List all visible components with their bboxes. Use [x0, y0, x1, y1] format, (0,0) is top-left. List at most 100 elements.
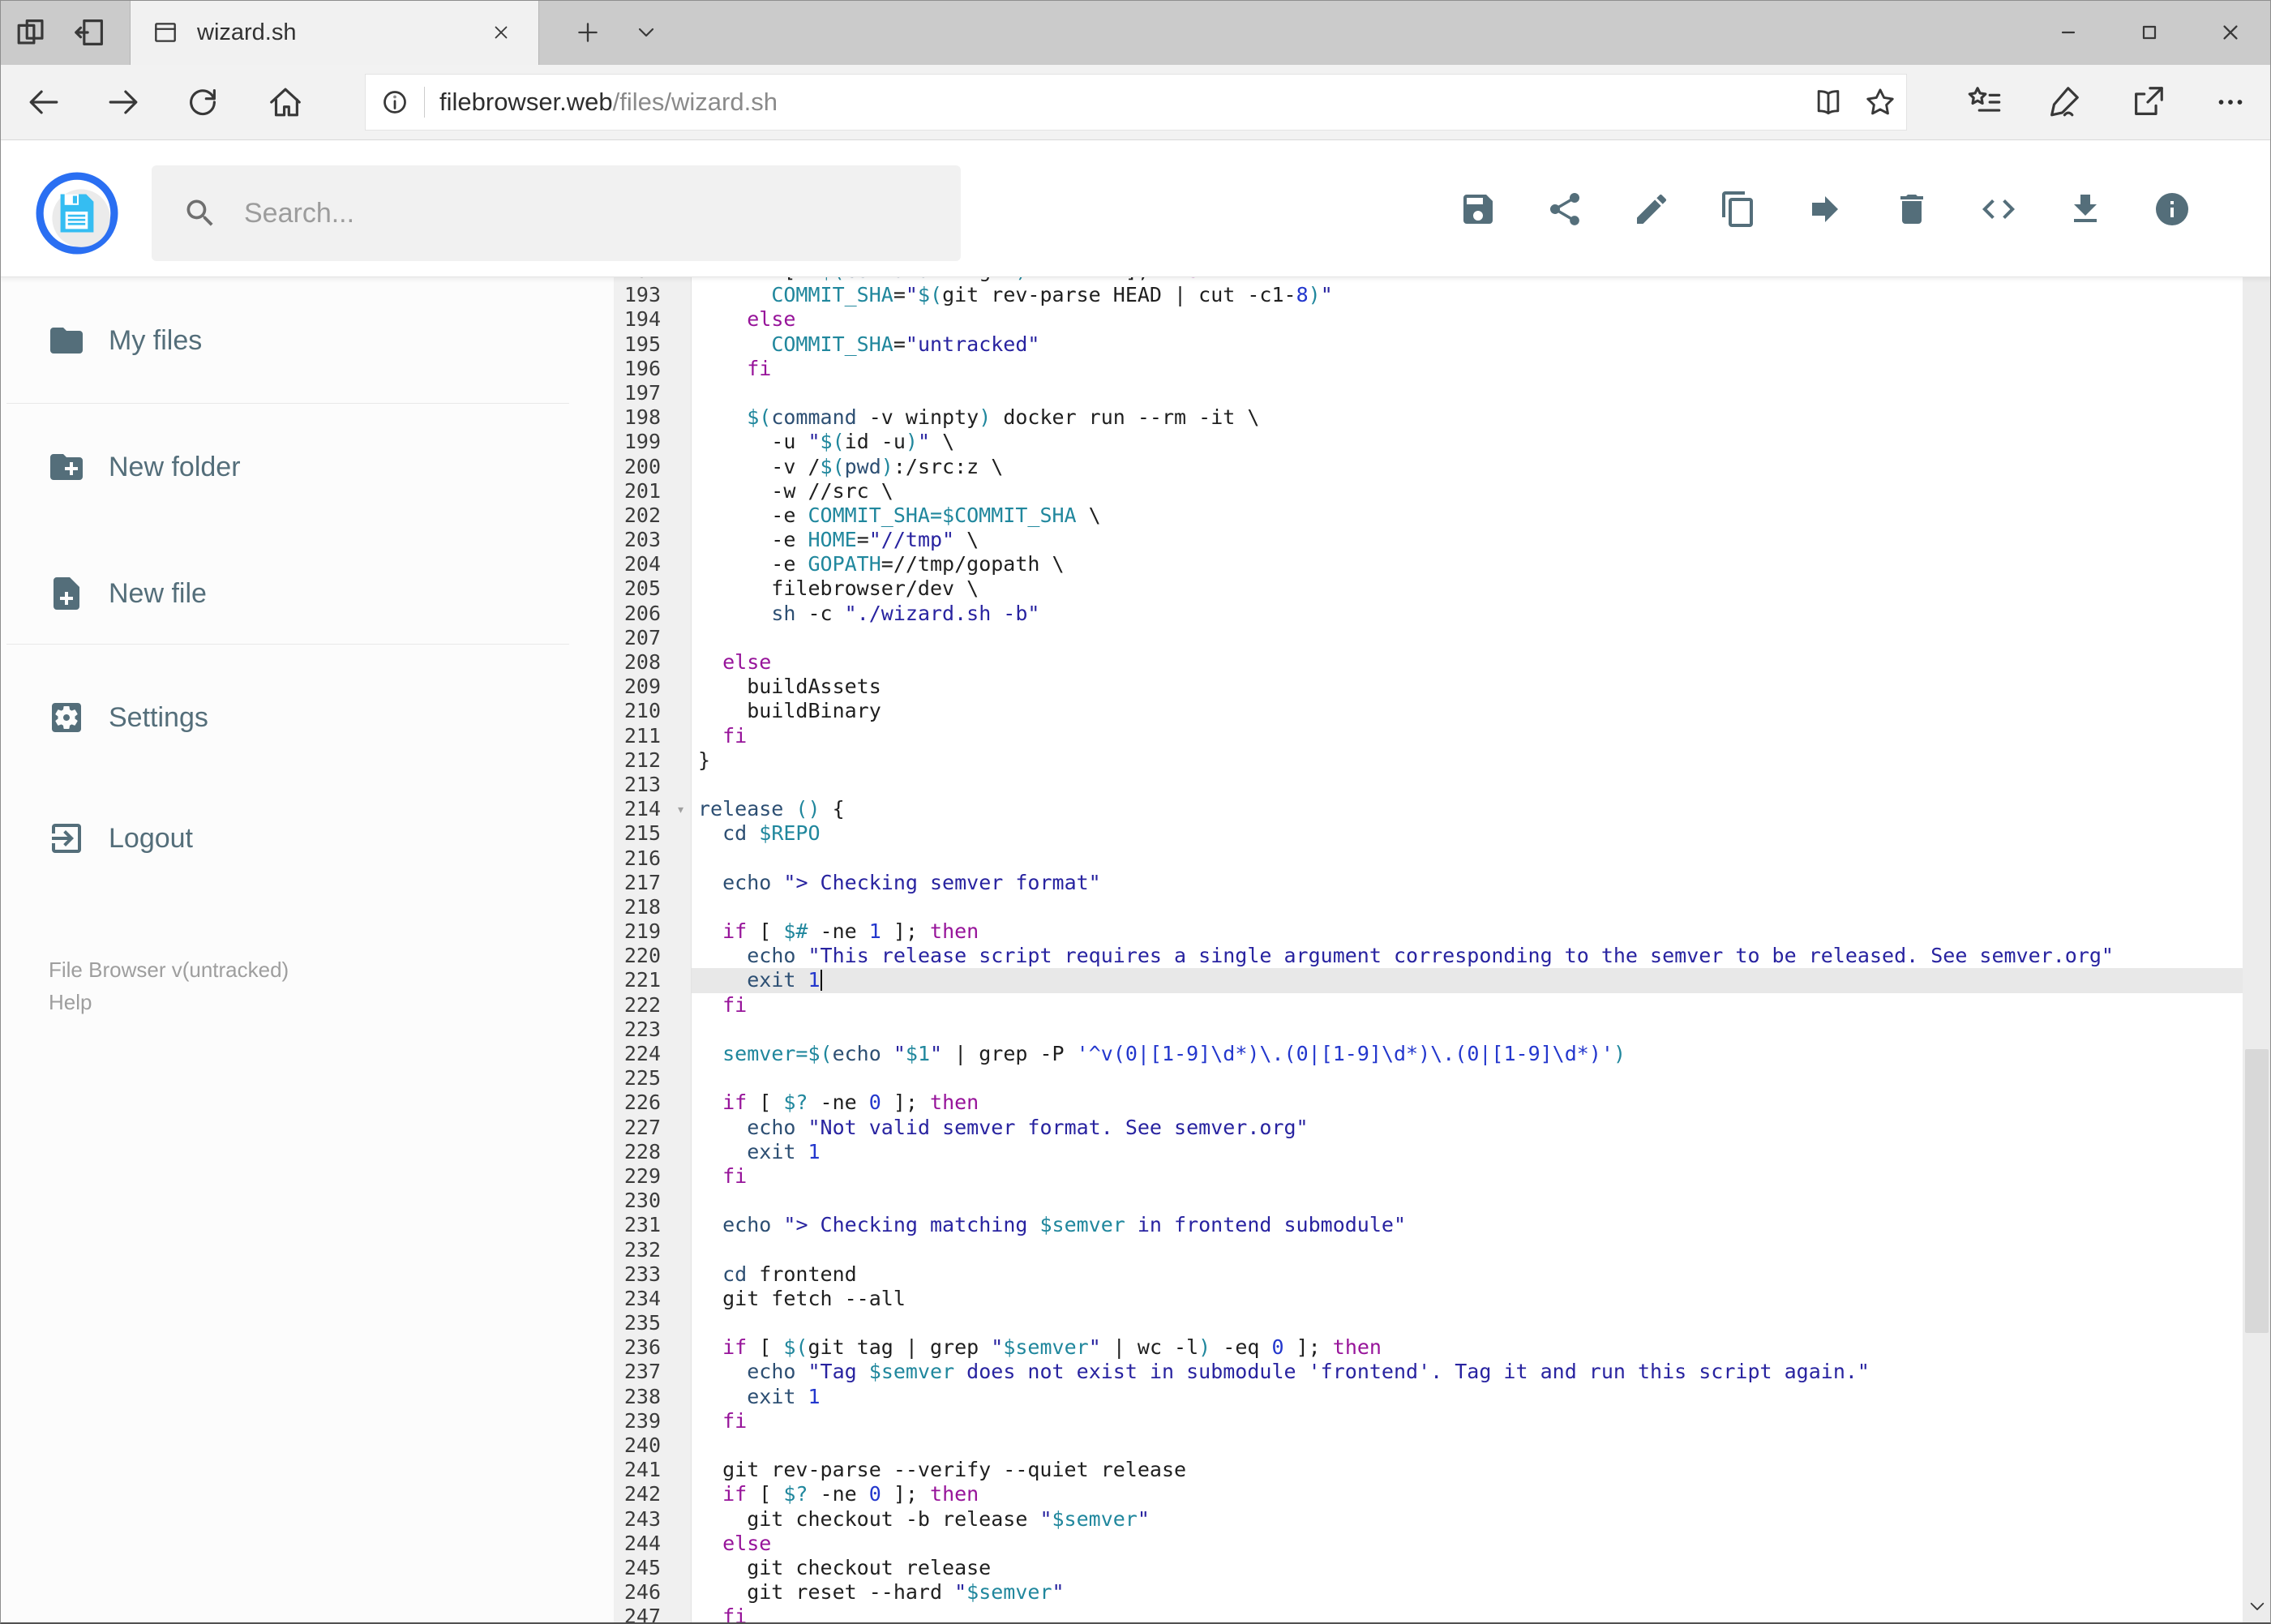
fold-marker[interactable]: ▾	[676, 798, 685, 822]
code-line[interactable]: 245 git checkout release	[614, 1556, 2243, 1580]
code-line-text[interactable]: if [ $? -ne 0 ]; then	[692, 1091, 2243, 1115]
code-line[interactable]: 213	[614, 773, 2243, 797]
window-maximize-button[interactable]	[2109, 0, 2190, 65]
code-line[interactable]: 236 if [ $(git tag | grep "$semver" | wc…	[614, 1335, 2243, 1360]
code-line-text[interactable]: if [ $? -ne 0 ]; then	[692, 1482, 2243, 1506]
code-line[interactable]: 225	[614, 1066, 2243, 1091]
code-line-text[interactable]: if [ $(git tag | grep "$semver" | wc -l)…	[692, 1335, 2243, 1360]
code-line-text[interactable]: else	[692, 650, 2243, 675]
sidebar-item-settings[interactable]: Settings	[0, 681, 614, 754]
code-line-text[interactable]: echo "This release script requires a sin…	[692, 944, 2243, 968]
code-line-text[interactable]: -u "$(id -u)" \	[692, 430, 2243, 454]
code-line-text[interactable]	[692, 1433, 2243, 1458]
code-line[interactable]: 224 semver=$(echo "$1" | grep -P '^v(0|[…	[614, 1042, 2243, 1066]
code-line[interactable]: 196 fi	[614, 357, 2243, 381]
code-line-text[interactable]	[692, 1238, 2243, 1262]
code-line[interactable]: 208 else	[614, 650, 2243, 675]
code-line-text[interactable]: git checkout release	[692, 1556, 2243, 1580]
code-line[interactable]: 222 fi	[614, 993, 2243, 1018]
code-line-text[interactable]: -v /$(pwd):/src:z \	[692, 455, 2243, 479]
code-line-text[interactable]: if [ "$(command -v git)" != "" ]; then	[692, 277, 2243, 283]
code-line-text[interactable]: fi	[692, 1164, 2243, 1189]
code-line-text[interactable]: git rev-parse --verify --quiet release	[692, 1458, 2243, 1482]
code-line-text[interactable]: $(command -v winpty) docker run --rm -it…	[692, 405, 2243, 430]
set-tabs-aside-button[interactable]	[66, 9, 114, 56]
code-line-text[interactable]	[692, 1311, 2243, 1335]
info-button[interactable]	[2153, 190, 2192, 229]
code-line[interactable]: 232	[614, 1238, 2243, 1262]
browser-tab-wizard-sh[interactable]: wizard.sh	[130, 0, 539, 65]
sidebar-item-new-file[interactable]: New file	[0, 557, 614, 630]
code-line[interactable]: 244 else	[614, 1532, 2243, 1556]
code-line-text[interactable]: buildAssets	[692, 675, 2243, 699]
code-line-text[interactable]: fi	[692, 724, 2243, 748]
delete-button[interactable]	[1892, 190, 1931, 229]
code-line[interactable]: 201 -w //src \	[614, 479, 2243, 503]
code-line-text[interactable]: buildBinary	[692, 699, 2243, 723]
code-line-text[interactable]: if [ $# -ne 1 ]; then	[692, 919, 2243, 944]
code-line[interactable]: 193 COMMIT_SHA="$(git rev-parse HEAD | c…	[614, 283, 2243, 307]
url-field[interactable]: filebrowser.web /files/wizard.sh	[365, 74, 1907, 131]
code-line-text[interactable]: sh -c "./wizard.sh -b"	[692, 602, 2243, 626]
help-link[interactable]: Help	[0, 986, 614, 1018]
code-line[interactable]: 223	[614, 1018, 2243, 1042]
code-line-text[interactable]: COMMIT_SHA="$(git rev-parse HEAD | cut -…	[692, 283, 2243, 307]
code-line[interactable]: 198 $(command -v winpty) docker run --rm…	[614, 405, 2243, 430]
scrollbar-thumb[interactable]	[2245, 1049, 2269, 1333]
code-line-text[interactable]: -w //src \	[692, 479, 2243, 503]
code-button[interactable]	[1979, 190, 2018, 229]
code-line[interactable]: 207	[614, 626, 2243, 650]
code-line[interactable]: 239 fi	[614, 1409, 2243, 1433]
code-line-text[interactable]: release () {	[692, 797, 2243, 821]
code-line[interactable]: 215 cd $REPO	[614, 821, 2243, 846]
code-line[interactable]: 221 exit 1	[614, 968, 2243, 993]
code-line-text[interactable]: git fetch --all	[692, 1287, 2243, 1311]
code-line[interactable]: 235	[614, 1311, 2243, 1335]
code-line-text[interactable]: exit 1	[692, 1140, 2243, 1164]
code-line-text[interactable]: -e HOME="//tmp" \	[692, 528, 2243, 552]
code-line-text[interactable]	[692, 381, 2243, 405]
code-line-text[interactable]	[692, 773, 2243, 797]
code-line[interactable]: 205 filebrowser/dev \	[614, 576, 2243, 601]
code-line[interactable]: 219 if [ $# -ne 1 ]; then	[614, 919, 2243, 944]
code-line-text[interactable]: git checkout -b release "$semver"	[692, 1507, 2243, 1532]
code-line[interactable]: 218	[614, 895, 2243, 919]
code-line[interactable]: 220 echo "This release script requires a…	[614, 944, 2243, 968]
code-line-text[interactable]: COMMIT_SHA="untracked"	[692, 332, 2243, 357]
code-line[interactable]: 227 echo "Not valid semver format. See s…	[614, 1116, 2243, 1140]
code-line[interactable]: 216	[614, 846, 2243, 871]
code-line[interactable]: 247 fi	[614, 1605, 2243, 1622]
sidebar-item-my-files[interactable]: My files	[0, 304, 614, 377]
code-line[interactable]: 246 git reset --hard "$semver"	[614, 1580, 2243, 1605]
save-button[interactable]	[1459, 190, 1498, 229]
code-line-text[interactable]	[692, 1018, 2243, 1042]
code-line-text[interactable]	[692, 626, 2243, 650]
favorite-star-button[interactable]	[1854, 76, 1906, 128]
code-line-text[interactable]: exit 1	[692, 968, 2243, 993]
code-line[interactable]: 238 exit 1	[614, 1385, 2243, 1409]
code-line[interactable]: 231 echo "> Checking matching $semver in…	[614, 1213, 2243, 1237]
refresh-button[interactable]	[177, 76, 229, 128]
code-line-text[interactable]	[692, 846, 2243, 871]
window-minimize-button[interactable]	[2028, 0, 2109, 65]
copy-button[interactable]	[1719, 190, 1758, 229]
search-input[interactable]	[242, 196, 862, 230]
code-line[interactable]: 195 COMMIT_SHA="untracked"	[614, 332, 2243, 357]
annotate-button[interactable]	[2037, 76, 2089, 128]
code-editor[interactable]: 192 if [ "$(command -v git)" != "" ]; th…	[614, 277, 2243, 1622]
code-line-text[interactable]: }	[692, 748, 2243, 773]
scroll-down-button[interactable]	[2243, 1590, 2271, 1622]
code-line-text[interactable]: fi	[692, 993, 2243, 1018]
home-button[interactable]	[259, 76, 311, 128]
code-line[interactable]: 233 cd frontend	[614, 1262, 2243, 1287]
code-line-text[interactable]: fi	[692, 1605, 2243, 1622]
code-line-text[interactable]	[692, 1066, 2243, 1091]
sidebar-item-new-folder[interactable]: New folder	[0, 431, 614, 503]
code-line[interactable]: 212}	[614, 748, 2243, 773]
download-button[interactable]	[2066, 190, 2105, 229]
edit-button[interactable]	[1632, 190, 1671, 229]
code-line[interactable]: 241 git rev-parse --verify --quiet relea…	[614, 1458, 2243, 1482]
code-line[interactable]: 206 sh -c "./wizard.sh -b"	[614, 602, 2243, 626]
code-line[interactable]: 226 if [ $? -ne 0 ]; then	[614, 1091, 2243, 1115]
code-line-text[interactable]: else	[692, 1532, 2243, 1556]
